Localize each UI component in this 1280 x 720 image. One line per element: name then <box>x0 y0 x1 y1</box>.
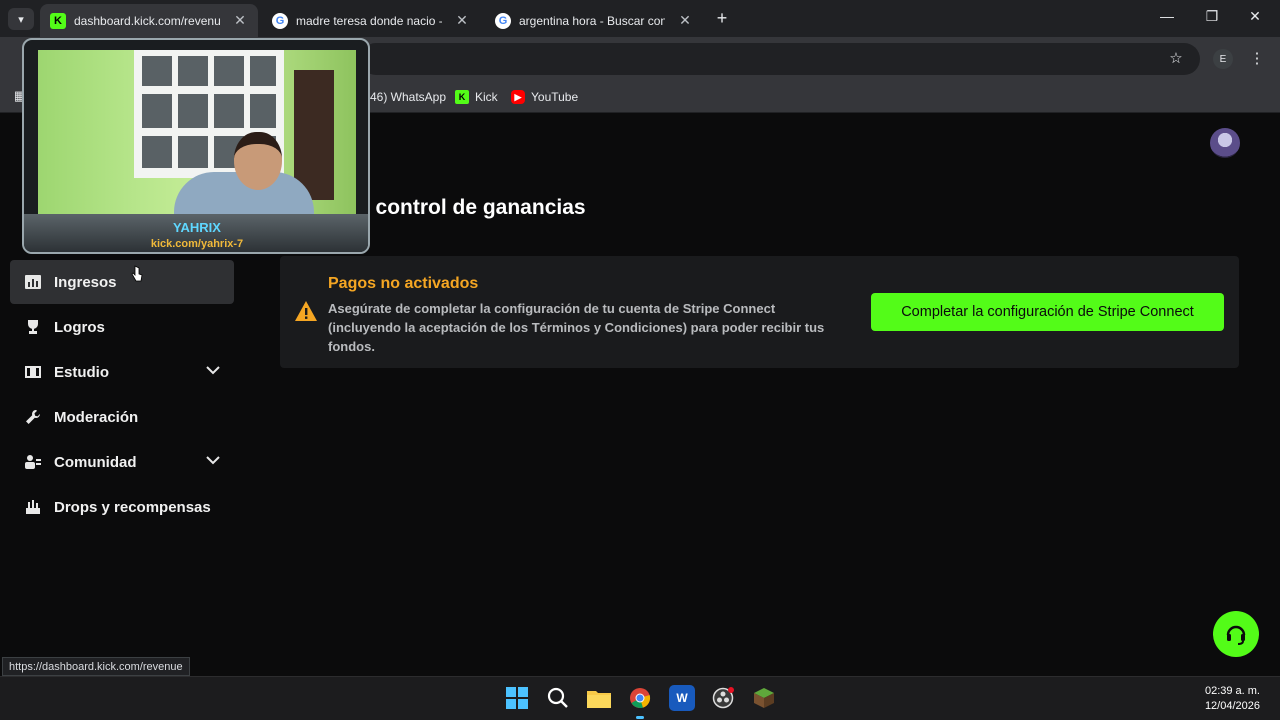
webcam-overlay: YAHRIX kick.com/yahrix-7 <box>22 38 370 254</box>
tab-title: argentina hora - Buscar con Go <box>519 13 665 28</box>
bookmark-label: YouTube <box>531 90 579 104</box>
mouse-pointer-icon <box>131 265 143 282</box>
word-icon[interactable]: W <box>669 685 695 711</box>
kick-icon: K <box>455 90 469 104</box>
clock-date: 12/04/2026 <box>1204 700 1260 712</box>
close-tab-icon[interactable]: ✕ <box>454 12 470 29</box>
streamer-name: YAHRIX <box>173 220 221 235</box>
complete-stripe-setup-button[interactable]: Completar la configuración de Stripe Con… <box>871 293 1224 331</box>
browser-tab-strip: ▾ K dashboard.kick.com/revenue ✕ G madre… <box>0 0 1280 37</box>
chevron-down-icon[interactable] <box>206 362 220 378</box>
system-clock[interactable]: 02:39 a. m. 12/04/2026 <box>1205 684 1260 714</box>
search-icon[interactable] <box>545 685 571 711</box>
webcam-background-door <box>294 70 334 200</box>
obs-icon[interactable] <box>710 685 736 711</box>
tab-title: madre teresa donde nacio - Bus <box>296 13 442 28</box>
google-icon: G <box>495 12 511 29</box>
bookmark-kick[interactable]: K Kick <box>455 87 498 107</box>
sidebar-item-label: Logros <box>54 318 105 336</box>
close-window-icon[interactable]: ✕ <box>1244 8 1266 25</box>
studio-icon <box>24 364 42 380</box>
address-bar[interactable] <box>360 43 1200 75</box>
sidebar-item-label: Ingresos <box>54 273 117 291</box>
sidebar-item-label: Comunidad <box>54 453 137 471</box>
profile-avatar[interactable]: E <box>1213 49 1233 69</box>
bookmark-label: Kick <box>475 90 498 104</box>
sidebar-item-moderacion[interactable]: Moderación <box>10 395 234 439</box>
clock-time: 02:39 a. m. <box>1204 685 1260 697</box>
alert-title: Pagos no activados <box>328 275 479 292</box>
new-tab-icon[interactable]: + <box>712 8 732 29</box>
close-tab-icon[interactable]: ✕ <box>677 12 693 29</box>
support-chat-button[interactable] <box>1213 611 1259 657</box>
sidebar-item-ingresos[interactable]: Ingresos <box>10 260 234 304</box>
payments-alert: Pagos no activados Asegúrate de completa… <box>280 256 1239 368</box>
youtube-icon: ▶ <box>511 90 525 104</box>
sidebar-item-label: Estudio <box>54 363 109 381</box>
restore-icon[interactable]: ❐ <box>1201 8 1223 25</box>
bookmark-youtube[interactable]: ▶ YouTube <box>511 87 578 107</box>
bookmark-whatsapp[interactable]: (46) WhatsApp <box>366 87 446 107</box>
page-title: e control de ganancias <box>358 196 586 219</box>
wrench-icon <box>24 409 42 425</box>
tab-search-button[interactable]: ▾ <box>8 8 34 30</box>
sidebar-item-drops[interactable]: Drops y recompensas <box>10 485 234 529</box>
bookmark-star-icon[interactable]: ☆ <box>1166 49 1186 67</box>
chevron-down-icon[interactable] <box>206 452 220 468</box>
sidebar-item-logros[interactable]: Logros <box>10 305 234 349</box>
tab-title: dashboard.kick.com/revenue <box>74 13 220 28</box>
kick-icon: K <box>50 12 66 29</box>
minimize-icon[interactable]: — <box>1156 8 1178 24</box>
status-bar-url: https://dashboard.kick.com/revenue <box>2 657 190 676</box>
community-icon <box>24 454 42 470</box>
user-avatar[interactable] <box>1210 128 1240 158</box>
trophy-icon <box>24 319 42 335</box>
sidebar-item-estudio[interactable]: Estudio <box>10 350 234 394</box>
tab-kick-revenue[interactable]: K dashboard.kick.com/revenue ✕ <box>40 4 258 37</box>
drops-icon <box>24 499 42 515</box>
warning-icon <box>295 301 317 321</box>
streamer-url: kick.com/yahrix-7 <box>150 238 244 250</box>
file-explorer-icon[interactable] <box>586 685 612 711</box>
chrome-icon[interactable] <box>627 685 653 719</box>
sidebar-item-label: Moderación <box>54 408 139 426</box>
sidebar-item-label: Drops y recompensas <box>54 498 211 516</box>
sidebar-item-comunidad[interactable]: Comunidad <box>10 440 234 484</box>
windows-taskbar: W 02:39 a. m. 12/04/2026 <box>0 676 1280 720</box>
close-tab-icon[interactable]: ✕ <box>232 12 248 29</box>
bar-chart-icon <box>24 274 42 290</box>
bookmark-label: (46) WhatsApp <box>366 90 447 104</box>
google-icon: G <box>272 12 288 29</box>
windows-start-icon[interactable] <box>504 685 530 711</box>
headset-icon <box>1226 625 1246 645</box>
alert-body: Asegúrate de completar la configuración … <box>328 301 825 354</box>
tab-google-search-1[interactable]: G madre teresa donde nacio - Bus ✕ <box>262 4 480 37</box>
menu-kebab-icon[interactable]: ⋮ <box>1247 49 1267 67</box>
minecraft-icon[interactable] <box>751 685 777 711</box>
tab-google-search-2[interactable]: G argentina hora - Buscar con Go ✕ <box>485 4 703 37</box>
